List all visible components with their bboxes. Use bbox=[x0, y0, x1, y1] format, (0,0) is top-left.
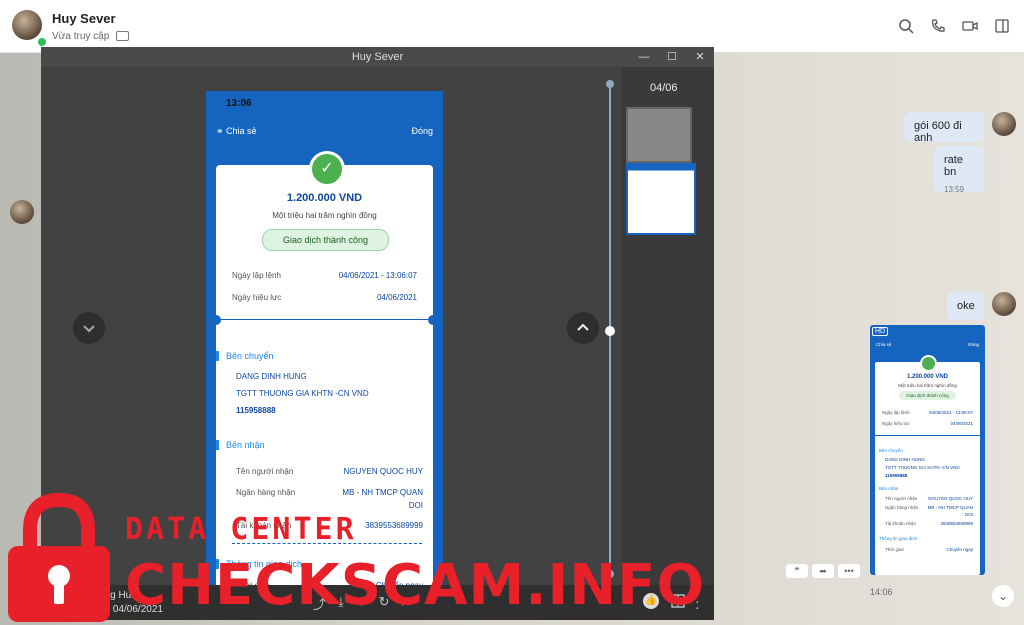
amount-words: Một triệu hai trăm nghìn đồng bbox=[272, 211, 377, 220]
receiver-account: 3839553689999 bbox=[365, 521, 423, 530]
thumbnail-active[interactable] bbox=[626, 163, 696, 235]
more-icon[interactable]: ••• bbox=[838, 564, 860, 578]
status-badge: Giao dịch thành công bbox=[262, 229, 389, 251]
message-bubble[interactable]: oke bbox=[947, 292, 984, 320]
effective-date-label: Ngày hiệu lực bbox=[232, 293, 282, 302]
my-avatar[interactable] bbox=[992, 292, 1016, 316]
search-icon[interactable] bbox=[898, 18, 914, 34]
order-date-label: Ngày lập lệnh bbox=[232, 271, 281, 280]
check-icon: ✓ bbox=[309, 151, 345, 187]
next-image-button[interactable] bbox=[567, 312, 599, 344]
message-text: oke bbox=[957, 300, 975, 312]
message-actions: ❞ ➦ ••• bbox=[786, 564, 860, 578]
image-counter: 04/06 bbox=[650, 82, 678, 94]
image-time: 14:06 bbox=[870, 587, 893, 597]
receiver-section: Bên nhận bbox=[216, 440, 265, 450]
contact-avatar-small[interactable] bbox=[10, 200, 34, 224]
order-date: 04/06/2021 - 13:06:07 bbox=[338, 271, 417, 280]
contact-status: Vừa truy cập bbox=[52, 31, 110, 42]
mini-close: Đóng bbox=[968, 342, 979, 347]
contact-name[interactable]: Huy Sever bbox=[52, 11, 116, 26]
receiver-bank-line1: MB - NH TMCP QUAN bbox=[342, 488, 423, 497]
receiver-bank-line2: DOI bbox=[408, 501, 423, 510]
phone-time: 13:06 bbox=[226, 98, 252, 109]
quote-icon[interactable]: ❞ bbox=[786, 564, 808, 578]
minimize-button[interactable]: — bbox=[630, 47, 658, 67]
sender-section: Bên chuyển bbox=[216, 351, 274, 361]
timeline-handle[interactable] bbox=[605, 326, 615, 336]
message-time: 13:59 bbox=[944, 185, 965, 194]
phone-icon[interactable] bbox=[930, 18, 946, 34]
side-panel-icon[interactable] bbox=[994, 18, 1010, 34]
message-text: gói 600 đi anh bbox=[914, 120, 962, 144]
viewer-canvas: 13:06 ⚭ Chia sẻ Đóng ✓ 1.200.000 VND Một… bbox=[41, 67, 621, 591]
sender-name: DANG DINH HUNG bbox=[236, 372, 307, 381]
timeline-start bbox=[606, 80, 614, 88]
divider-notch bbox=[211, 315, 221, 325]
thumbnail[interactable] bbox=[626, 107, 692, 163]
effective-date: 04/06/2021 bbox=[376, 293, 417, 302]
watermark-line2: CHECKSCAM.INFO bbox=[125, 553, 706, 618]
message-bubble[interactable]: rate bn 13:59 bbox=[934, 146, 984, 194]
forward-icon[interactable]: ➦ bbox=[812, 564, 834, 578]
video-call-icon[interactable] bbox=[962, 18, 978, 34]
share-label: Chia sẻ bbox=[226, 126, 257, 136]
thumbnail-panel: 04/06 bbox=[605, 67, 714, 585]
amount: 1.200.000 VND bbox=[286, 192, 363, 204]
tag-icon[interactable] bbox=[116, 31, 129, 41]
share-icon: ⚭ bbox=[216, 126, 227, 136]
divider bbox=[216, 319, 433, 320]
receiver-bank-label: Ngân hàng nhận bbox=[236, 488, 296, 497]
receiver-name-label: Tên người nhận bbox=[236, 467, 294, 476]
viewer-title: Huy Sever bbox=[41, 47, 714, 67]
chevron-up-icon bbox=[577, 323, 589, 331]
message-text: rate bn bbox=[944, 154, 963, 178]
close-label: Đóng bbox=[411, 126, 433, 136]
receiver-name: NGUYEN QUOC HUY bbox=[343, 467, 423, 476]
watermark-line1: DATA CENTER bbox=[125, 512, 357, 547]
header-actions bbox=[898, 18, 1010, 34]
hd-badge: HD bbox=[872, 327, 889, 336]
scroll-down-button[interactable]: ⌄ bbox=[992, 585, 1014, 607]
sender-account: 115958888 bbox=[236, 406, 276, 415]
contact-avatar[interactable] bbox=[12, 10, 42, 40]
message-bubble[interactable]: gói 600 đi anh bbox=[904, 112, 984, 144]
share-link: ⚭ Chia sẻ bbox=[216, 126, 257, 137]
sender-account-name: TGTT THUONG GIA KHTN -CN VND bbox=[236, 389, 369, 398]
maximize-button[interactable]: ☐ bbox=[658, 47, 686, 67]
mini-share: Chia sẻ bbox=[876, 342, 892, 347]
chat-header: Huy Sever Vừa truy cập bbox=[0, 0, 1024, 53]
my-avatar[interactable] bbox=[992, 112, 1016, 136]
chevron-down-icon bbox=[83, 325, 95, 333]
lock-watermark-icon bbox=[8, 492, 110, 622]
close-window-button[interactable]: ✕ bbox=[686, 47, 714, 67]
mini-receipt-card: 1.200.000 VND Một triệu hai trăm nghìn đ… bbox=[875, 355, 980, 575]
prev-image-button[interactable] bbox=[73, 312, 105, 344]
chat-image-message[interactable]: HD Chia sẻ Đóng 1.200.000 VND Một triệu … bbox=[870, 325, 985, 575]
divider-notch bbox=[428, 315, 438, 325]
